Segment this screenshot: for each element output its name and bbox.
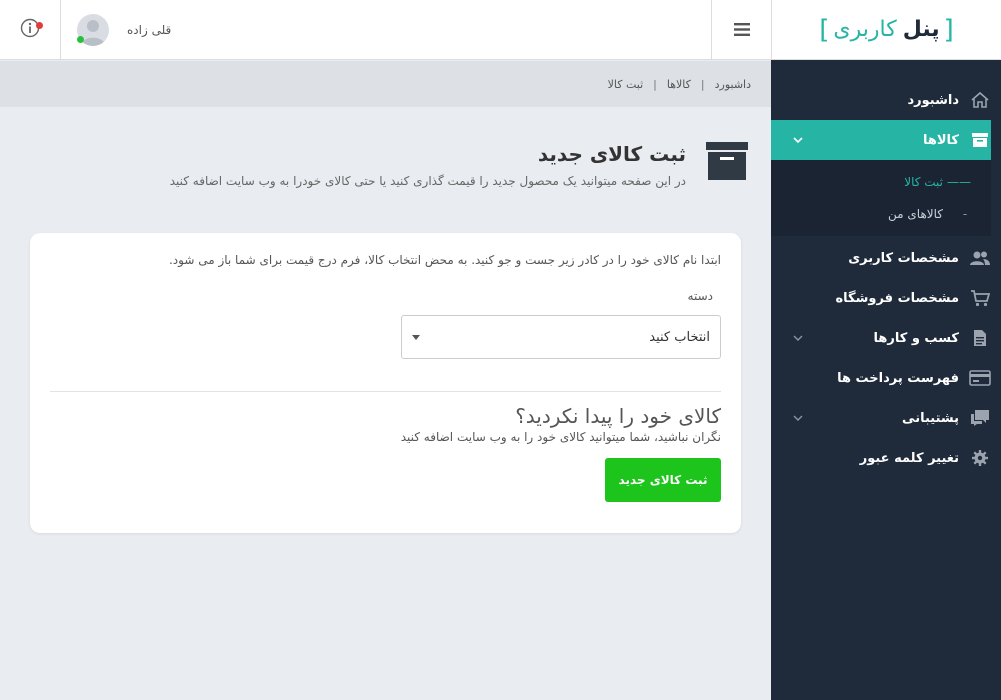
sidebar-item-dashboard[interactable]: داشبورد	[771, 80, 1001, 120]
sidebar-item-change-password[interactable]: تغییر کلمه عبور	[771, 438, 1001, 478]
brand-bracket-open: [	[943, 14, 954, 45]
cart-icon	[969, 288, 991, 308]
sidebar-item-store-profile[interactable]: مشخصات فروشگاه	[771, 278, 1001, 318]
sidebar-subnav-products: —— ثبت کالا - کالاهای من	[771, 160, 991, 236]
sidebar-item-businesses[interactable]: کسب و کارها	[771, 318, 1001, 358]
brand-text-user: کاربری	[833, 17, 897, 42]
chevron-down-icon	[791, 332, 805, 345]
sidebar-item-label: کالاها	[922, 132, 959, 148]
sidebar-item-label: پشتیبانی	[902, 410, 959, 426]
sidebar: [ پنل کاربری ] داشبورد کالاها —— ثبت کال…	[771, 0, 1001, 700]
sidebar-item-label: داشبورد	[907, 92, 959, 108]
archive-box-icon	[702, 140, 750, 188]
chevron-down-icon	[791, 412, 805, 425]
sidebar-subitem-label: کالاهای من	[888, 207, 943, 221]
not-found-subtitle: نگران نباشید، شما میتوانید کالای خود را …	[400, 430, 721, 444]
sidebar-subitem-label: ثبت کالا	[904, 175, 943, 189]
notification-badge	[36, 22, 43, 29]
page-header: ثبت کالای جدید در این صفحه میتوانید یک م…	[60, 140, 750, 188]
caret-down-icon	[412, 334, 420, 340]
sidebar-item-label: کسب و کارها	[873, 330, 959, 346]
brand-logo[interactable]: [ پنل کاربری ]	[771, 0, 1001, 60]
add-product-card: ابتدا نام کالای خود را در کادر زیر جست و…	[30, 233, 741, 533]
breadcrumb-separator: |	[700, 77, 705, 91]
breadcrumb-item-dashboard[interactable]: داشبورد	[715, 78, 751, 91]
user-menu[interactable]: قلی زاده	[60, 0, 711, 60]
not-found-title: کالای خود را پیدا نکردید؟	[515, 404, 721, 428]
breadcrumb: داشبورد | کالاها | ثبت کالا	[0, 61, 771, 107]
hamburger-icon	[733, 21, 750, 40]
brand-text-panel: پنل	[902, 17, 940, 42]
sidebar-subitem-add-product[interactable]: —— ثبت کالا	[771, 166, 991, 198]
card-intro-text: ابتدا نام کالای خود را در کادر زیر جست و…	[168, 253, 721, 267]
sidebar-item-label: مشخصات کاربری	[848, 250, 959, 266]
breadcrumb-separator: |	[653, 77, 657, 91]
sidebar-item-user-profile[interactable]: مشخصات کاربری	[771, 238, 1001, 278]
gear-icon	[969, 448, 991, 468]
top-header: قلی زاده	[0, 0, 771, 60]
breadcrumb-item-current: ثبت کالا	[607, 77, 644, 91]
users-icon	[969, 248, 991, 268]
sidebar-item-support[interactable]: پشتیبانی	[771, 398, 1001, 438]
notifications-button[interactable]	[0, 0, 60, 60]
document-icon	[969, 328, 991, 348]
breadcrumb-item-products[interactable]: کالاها	[667, 78, 691, 91]
home-icon	[969, 90, 991, 110]
page-subtitle: در این صفحه میتوانید یک محصول جدید را قی…	[169, 174, 686, 188]
credit-card-icon	[969, 368, 991, 388]
page-title: ثبت کالای جدید	[537, 142, 686, 166]
sidebar-item-products[interactable]: کالاها	[771, 120, 991, 160]
category-label: دسته	[687, 289, 713, 303]
sidebar-nav-rest: مشخصات کاربری مشخصات فروشگاه کسب و کارها…	[771, 236, 1001, 478]
add-new-product-button[interactable]: ثبت کالای جدید	[605, 458, 721, 502]
chat-icon	[969, 408, 991, 428]
sidebar-item-label: تغییر کلمه عبور	[859, 450, 959, 466]
username: قلی زاده	[127, 23, 172, 37]
category-select[interactable]: انتخاب کنید	[401, 315, 721, 359]
sidebar-item-payments[interactable]: فهرست پرداخت ها	[771, 358, 1001, 398]
brand-bracket-close: ]	[819, 14, 830, 45]
category-select-value: انتخاب کنید	[649, 329, 710, 345]
chevron-down-icon	[791, 134, 805, 147]
dash-icon: ——	[947, 175, 971, 189]
sidebar-item-label: فهرست پرداخت ها	[837, 370, 959, 386]
divider	[50, 391, 721, 392]
sidebar-nav: داشبورد کالاها	[771, 60, 1001, 160]
sidebar-subitem-my-products[interactable]: - کالاهای من	[771, 198, 991, 230]
sidebar-item-label: مشخصات فروشگاه	[835, 290, 959, 306]
archive-icon	[969, 130, 991, 150]
online-status-dot	[77, 36, 84, 43]
menu-toggle-button[interactable]	[711, 0, 771, 60]
dash-icon: -	[962, 207, 971, 221]
page-header-text: ثبت کالای جدید در این صفحه میتوانید یک م…	[170, 140, 686, 188]
